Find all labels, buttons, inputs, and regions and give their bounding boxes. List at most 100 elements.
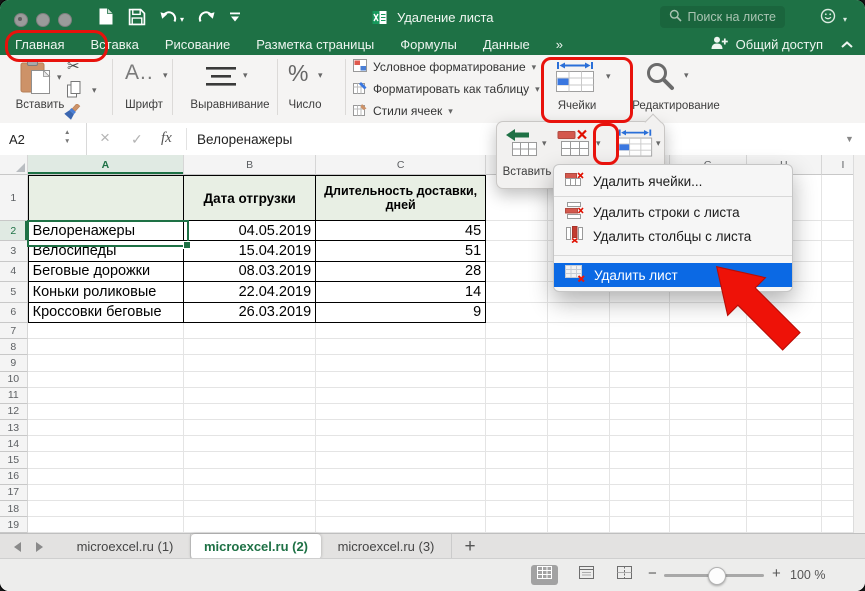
grid-cell[interactable] [670,420,746,436]
row-header-19[interactable]: 19 [0,517,28,533]
grid-cell[interactable] [610,404,671,420]
vertical-scrollbar[interactable] [853,155,865,533]
fx-icon[interactable]: fx [161,130,172,147]
row-header-1[interactable]: 1 [0,175,28,221]
format-cells-button[interactable]: ▾ [617,128,661,163]
grid-cell[interactable] [610,303,671,323]
grid-cell[interactable]: Велосипеды [28,241,184,261]
page-break-view-button[interactable] [611,565,638,585]
editing-label[interactable]: Редактирование [624,100,728,112]
grid-cell[interactable] [316,355,486,371]
grid-cell[interactable] [610,436,671,452]
grid-cell[interactable] [610,501,671,517]
grid-cell[interactable] [670,404,746,420]
grid-cell[interactable] [747,469,822,485]
grid-cell[interactable]: 04.05.2019 [184,221,316,241]
row-header-12[interactable]: 12 [0,404,28,420]
grid-cell[interactable] [747,372,822,388]
formula-bar-value[interactable]: Велоренажеры [197,132,292,147]
grid-cell[interactable] [184,517,316,533]
grid-cell[interactable] [548,303,610,323]
grid-cell[interactable]: 9 [316,303,486,323]
grid-cell[interactable] [184,436,316,452]
conditional-formatting-button[interactable]: Условное форматирование▾ [353,56,540,78]
grid-cell[interactable] [610,485,671,501]
menu-item-delete-rows[interactable]: Удалить строки с листа [554,200,792,224]
grid-cell[interactable] [548,469,610,485]
grid-cell[interactable] [747,452,822,468]
grid-cell[interactable]: 22.04.2019 [184,282,316,302]
grid-cell[interactable] [316,420,486,436]
page-layout-view-button[interactable] [573,565,600,585]
grid-cell[interactable] [486,303,548,323]
number-format-icon[interactable]: % [288,60,308,87]
grid-cell[interactable] [610,355,671,371]
grid-cell[interactable] [28,517,184,533]
grid-cell[interactable] [316,485,486,501]
grid-cell[interactable] [28,372,184,388]
row-header-3[interactable]: 3 [0,241,28,261]
grid-cell[interactable] [670,501,746,517]
grid-cell[interactable] [184,404,316,420]
grid-cell[interactable] [28,420,184,436]
grid-cell[interactable]: 14 [316,282,486,302]
font-label[interactable]: Шрифт [115,99,173,111]
expand-formula-bar-icon[interactable]: ▼ [845,134,854,144]
grid-cell[interactable] [486,241,548,261]
grid-cell[interactable] [747,420,822,436]
grid-cell[interactable] [28,404,184,420]
grid-cell[interactable] [486,485,548,501]
grid-cell[interactable] [747,436,822,452]
grid-cell[interactable] [486,372,548,388]
alignment-label[interactable]: Выравнивание [175,99,285,111]
editing-dropdown-caret-icon[interactable]: ▾ [684,70,689,81]
grid-cell[interactable] [316,436,486,452]
row-header-11[interactable]: 11 [0,388,28,404]
grid-cell[interactable] [316,372,486,388]
grid-cell[interactable] [747,388,822,404]
grid-cell[interactable]: 45 [316,221,486,241]
menu-item-delete-cells[interactable]: Удалить ячейки... [554,169,792,193]
grid-cell[interactable] [486,282,548,302]
grid-cell[interactable] [670,452,746,468]
grid-cell[interactable] [184,372,316,388]
grid-cell[interactable] [747,501,822,517]
grid-cell[interactable] [548,339,610,355]
grid-cell[interactable] [316,404,486,420]
row-header-15[interactable]: 15 [0,452,28,468]
alignment-dropdown-caret-icon[interactable]: ▾ [243,70,248,81]
grid-cell[interactable] [670,469,746,485]
ribbon-tab-4[interactable]: Разметка страницы [256,37,374,52]
grid-cell[interactable] [747,517,822,533]
grid-cell[interactable] [486,388,548,404]
row-header-9[interactable]: 9 [0,355,28,371]
grid-cell[interactable]: Дата отгрузки [184,175,316,221]
grid-cell[interactable] [670,436,746,452]
name-box-spinner-icon[interactable]: ▲▼ [64,128,70,146]
grid-cell[interactable]: 26.03.2019 [184,303,316,323]
grid-cell[interactable] [184,355,316,371]
collapse-ribbon-icon[interactable] [841,37,853,52]
cancel-icon[interactable] [100,128,110,148]
paste-dropdown-caret-icon[interactable]: ▾ [57,72,62,83]
grid-cell[interactable] [670,485,746,501]
grid-cell[interactable] [316,323,486,339]
add-sheet-button[interactable]: + [455,534,485,559]
alignment-icon[interactable] [205,66,237,92]
ribbon-tab-7[interactable]: » [556,37,563,52]
row-header-4[interactable]: 4 [0,262,28,282]
grid-cell[interactable] [28,436,184,452]
grid-cell[interactable] [184,339,316,355]
ribbon-tab-6[interactable]: Данные [483,37,530,52]
row-header-18[interactable]: 18 [0,501,28,517]
sheet-tab-2[interactable]: microexcel.ru (2) [191,534,321,559]
grid-cell[interactable] [486,355,548,371]
sheet-tab-3[interactable]: microexcel.ru (3) [321,534,452,559]
delete-cells-button[interactable]: ▾ [557,128,601,163]
grid-cell[interactable]: 51 [316,241,486,261]
grid-cell[interactable] [610,323,671,339]
cells-icon[interactable] [553,61,597,98]
search-box[interactable]: Поиск на листе [660,6,785,28]
zoom-slider-knob[interactable] [708,567,726,585]
grid-cell[interactable] [184,469,316,485]
